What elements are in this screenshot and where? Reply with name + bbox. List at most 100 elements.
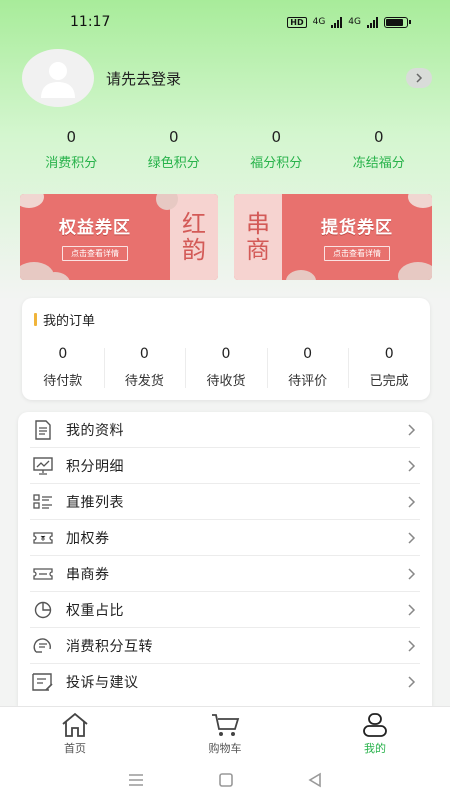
feedback-icon	[32, 671, 54, 693]
chevron-right-icon	[408, 423, 416, 436]
point-label: 绿色积分	[147, 156, 200, 171]
banner-main: 提货券区 点击查看详情	[282, 194, 432, 280]
bush-decoration	[398, 262, 432, 280]
order-label: 已完成	[369, 374, 409, 389]
point-value: 0	[271, 128, 282, 146]
menu-label: 消费积分互转	[66, 638, 153, 655]
menu-icon[interactable]	[127, 773, 145, 787]
user-icon	[363, 712, 387, 737]
order-pending-receipt[interactable]: 0 待收货	[185, 344, 267, 392]
order-count: 0	[221, 346, 231, 362]
bush-decoration	[286, 270, 316, 280]
back-icon[interactable]	[307, 772, 323, 788]
menu-item-profile[interactable]: 我的资料	[30, 412, 420, 448]
order-count: 0	[139, 346, 149, 362]
banner-side-text: 红韵	[182, 210, 206, 264]
banner-title: 提货券区	[321, 218, 393, 238]
chevron-right-icon	[408, 459, 416, 472]
order-pending-review[interactable]: 0 待评价	[266, 344, 349, 392]
order-completed[interactable]: 0 已完成	[348, 344, 430, 392]
banner-side: 串商	[234, 194, 282, 280]
chevron-right-icon	[408, 676, 416, 688]
ticket-icon	[32, 527, 54, 549]
menu-label: 投诉与建议	[66, 675, 139, 691]
system-nav-bar	[0, 760, 450, 800]
coupon-icon	[32, 563, 54, 585]
tab-home[interactable]: 首页	[0, 707, 150, 760]
order-pending-shipment[interactable]: 0 待发货	[103, 344, 186, 392]
menu-label: 直推列表	[66, 494, 124, 511]
login-prompt[interactable]: 请先去登录	[106, 68, 406, 89]
orders-title: 我的订单	[43, 314, 96, 329]
point-value: 0	[66, 128, 77, 146]
network-label-2: 4G	[348, 17, 361, 27]
pickup-coupon-banner[interactable]: 串商 提货券区 点击查看详情	[234, 194, 432, 280]
menu-label: 我的资料	[66, 422, 124, 439]
orders-card: 我的订单 0 待付款 0 待发货 0 待收货 0 待评价 0 已完成	[22, 298, 430, 400]
tab-label: 我的	[364, 741, 386, 755]
menu-label: 权重占比	[66, 602, 124, 619]
cloud-decoration	[408, 194, 432, 208]
menu-label: 积分明细	[66, 458, 124, 475]
point-green[interactable]: 0 绿色积分	[123, 126, 226, 174]
order-status-row: 0 待付款 0 待发货 0 待收货 0 待评价 0 已完成	[22, 344, 430, 392]
menu-item-feedback[interactable]: 投诉与建议	[30, 664, 420, 700]
order-label: 待评价	[288, 374, 328, 389]
profile-row[interactable]: 请先去登录	[22, 48, 432, 108]
menu-item-merchant-coupon[interactable]: 串商券	[30, 556, 420, 592]
chevron-right-icon[interactable]	[406, 68, 432, 88]
network-label-1: 4G	[312, 17, 326, 27]
menu-list: 我的资料 积分明细 直推列表 加权券 串商券 权重占比 消费积分互转 投诉与建议	[18, 412, 432, 708]
menu-item-weighted-coupon[interactable]: 加权券	[30, 520, 420, 556]
title-accent-bar	[34, 313, 37, 326]
user-avatar-icon	[41, 62, 75, 98]
points-summary: 0 消费积分 0 绿色积分 0 福分积分 0 冻结福分	[20, 126, 430, 174]
menu-item-points-detail[interactable]: 积分明细	[30, 448, 420, 484]
signal-icon-2	[367, 16, 378, 28]
order-pending-payment[interactable]: 0 待付款	[22, 344, 104, 392]
point-frozen[interactable]: 0 冻结福分	[328, 126, 431, 174]
banner-side-text: 串商	[246, 210, 270, 264]
banner-side: 红韵	[170, 194, 218, 280]
cloud-decoration	[20, 194, 44, 208]
point-value: 0	[373, 128, 384, 146]
order-count: 0	[384, 346, 394, 362]
point-value: 0	[168, 128, 179, 146]
banner-main: 权益券区 点击查看详情	[20, 194, 178, 280]
list-icon	[32, 491, 54, 513]
tab-label: 首页	[64, 741, 86, 755]
chevron-right-icon	[408, 495, 416, 508]
home-square-icon[interactable]	[218, 772, 234, 788]
menu-label: 串商券	[66, 566, 110, 583]
hd-icon: HD	[287, 16, 307, 28]
menu-item-weight-ratio[interactable]: 权重占比	[30, 592, 420, 628]
chart-icon	[32, 455, 54, 477]
status-bar: 11:17 HD 4G 4G	[0, 0, 450, 44]
point-label: 消费积分	[45, 156, 98, 171]
rights-coupon-banner[interactable]: 权益券区 点击查看详情 红韵	[20, 194, 218, 280]
banner-subtitle: 点击查看详情	[324, 246, 390, 261]
point-fortune[interactable]: 0 福分积分	[225, 126, 328, 174]
battery-icon	[384, 16, 411, 28]
menu-item-points-transfer[interactable]: 消费积分互转	[30, 628, 420, 664]
tab-label: 购物车	[208, 741, 242, 755]
chevron-right-icon	[408, 603, 416, 616]
tab-mine[interactable]: 我的	[300, 707, 450, 760]
point-consume[interactable]: 0 消费积分	[20, 126, 123, 174]
point-label: 福分积分	[250, 156, 303, 171]
avatar[interactable]	[22, 49, 94, 107]
menu-item-referral-list[interactable]: 直推列表	[30, 484, 420, 520]
banner-subtitle: 点击查看详情	[62, 246, 128, 261]
exchange-icon	[32, 635, 54, 657]
tab-cart[interactable]: 购物车	[150, 707, 300, 760]
chevron-right-icon	[408, 567, 416, 580]
menu-label: 加权券	[66, 530, 110, 547]
order-count: 0	[303, 346, 313, 362]
coupon-banners: 权益券区 点击查看详情 红韵 串商 提货券区 点击查看详情	[20, 194, 432, 280]
cart-icon	[212, 713, 240, 736]
document-icon	[32, 419, 54, 441]
signal-icon	[331, 16, 343, 28]
chevron-right-icon	[408, 531, 416, 544]
order-label: 待收货	[206, 374, 246, 389]
orders-header[interactable]: 我的订单	[34, 310, 95, 329]
